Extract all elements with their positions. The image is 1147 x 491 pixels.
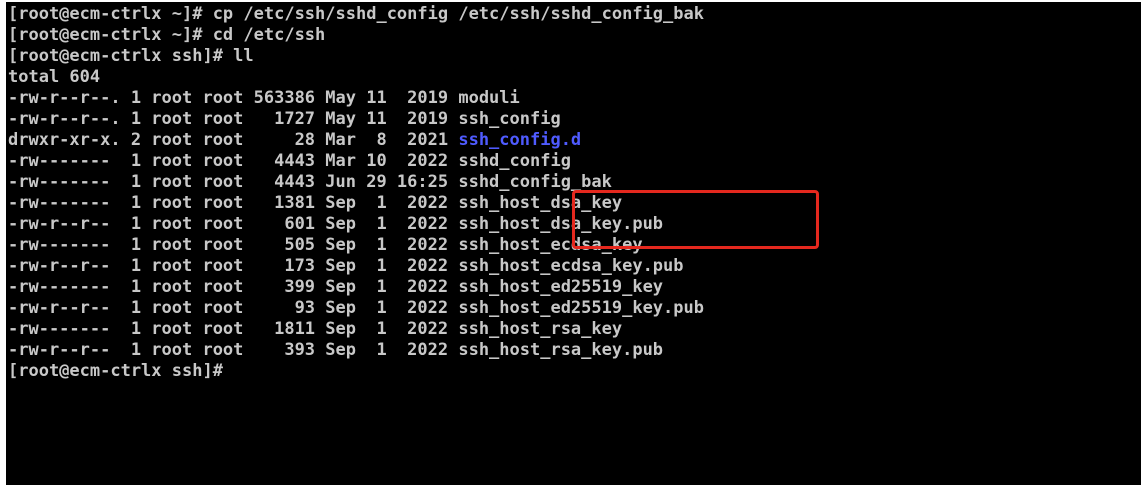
- listing-row: -rw-r--r-- 1 root root 393 Sep 1 2022 ss…: [8, 340, 1141, 361]
- file-meta: -rw------- 1 root root 399 Sep 1 2022: [8, 277, 459, 297]
- listing-row: -rw-r--r--. 1 root root 1727 May 11 2019…: [8, 109, 1141, 130]
- file-name: ssh_host_dsa_key.pub: [458, 214, 664, 234]
- listing-row: -rw------- 1 root root 4443 Jun 29 16:25…: [8, 172, 1141, 193]
- listing-row: -rw-r--r-- 1 root root 173 Sep 1 2022 ss…: [8, 256, 1141, 277]
- listing-row: -rw-r--r-- 1 root root 601 Sep 1 2022 ss…: [8, 214, 1141, 235]
- file-meta: -rw-r--r-- 1 root root 93 Sep 1 2022: [8, 298, 459, 318]
- directory-name: ssh_config.d: [458, 130, 582, 150]
- file-name: ssh_host_ecdsa_key: [458, 235, 643, 255]
- file-name: ssh_host_ecdsa_key.pub: [458, 256, 684, 276]
- file-meta: -rw-r--r--. 1 root root 1727 May 11 2019: [8, 109, 459, 129]
- file-name: moduli: [458, 88, 520, 108]
- terminal-window[interactable]: [root@ecm-ctrlx ~]# cp /etc/ssh/sshd_con…: [6, 2, 1141, 485]
- listing-row: -rw-r--r-- 1 root root 93 Sep 1 2022 ssh…: [8, 298, 1141, 319]
- file-name: ssh_config: [458, 109, 561, 129]
- file-meta: drwxr-xr-x. 2 root root 28 Mar 8 2021: [8, 130, 459, 150]
- file-name: sshd_config_bak: [458, 172, 612, 192]
- file-meta: -rw-r--r-- 1 root root 393 Sep 1 2022: [8, 340, 459, 360]
- command-line-cd: [root@ecm-ctrlx ~]# cd /etc/ssh: [8, 25, 326, 45]
- file-meta: -rw-r--r--. 1 root root 563386 May 11 20…: [8, 88, 459, 108]
- file-meta: -rw------- 1 root root 505 Sep 1 2022: [8, 235, 459, 255]
- listing-row: -rw------- 1 root root 505 Sep 1 2022 ss…: [8, 235, 1141, 256]
- listing-row: -rw------- 1 root root 1381 Sep 1 2022 s…: [8, 193, 1141, 214]
- file-name: ssh_host_rsa_key.pub: [458, 340, 664, 360]
- file-meta: -rw-r--r-- 1 root root 601 Sep 1 2022: [8, 214, 459, 234]
- file-meta: -rw------- 1 root root 1381 Sep 1 2022: [8, 193, 459, 213]
- listing-row: drwxr-xr-x. 2 root root 28 Mar 8 2021 ss…: [8, 130, 1141, 151]
- command-line-ll: [root@ecm-ctrlx ssh]# ll: [8, 46, 254, 66]
- shell-prompt[interactable]: [root@ecm-ctrlx ssh]#: [8, 361, 1141, 382]
- listing-row: -rw------- 1 root root 1811 Sep 1 2022 s…: [8, 319, 1141, 340]
- file-name: sshd_config: [458, 151, 571, 171]
- file-name: ssh_host_ed25519_key: [458, 277, 664, 297]
- file-name: ssh_host_dsa_key: [458, 193, 623, 213]
- file-meta: -rw------- 1 root root 1811 Sep 1 2022: [8, 319, 459, 339]
- file-name: ssh_host_ed25519_key.pub: [458, 298, 704, 318]
- total-line: total 604: [8, 67, 101, 87]
- file-meta: -rw-r--r-- 1 root root 173 Sep 1 2022: [8, 256, 459, 276]
- command-line-cp: [root@ecm-ctrlx ~]# cp /etc/ssh/sshd_con…: [8, 4, 704, 24]
- listing-row: -rw------- 1 root root 399 Sep 1 2022 ss…: [8, 277, 1141, 298]
- file-name: ssh_host_rsa_key: [458, 319, 623, 339]
- file-meta: -rw------- 1 root root 4443 Mar 10 2022: [8, 151, 459, 171]
- file-meta: -rw------- 1 root root 4443 Jun 29 16:25: [8, 172, 459, 192]
- listing-row: -rw-r--r--. 1 root root 563386 May 11 20…: [8, 88, 1141, 109]
- listing-row: -rw------- 1 root root 4443 Mar 10 2022 …: [8, 151, 1141, 172]
